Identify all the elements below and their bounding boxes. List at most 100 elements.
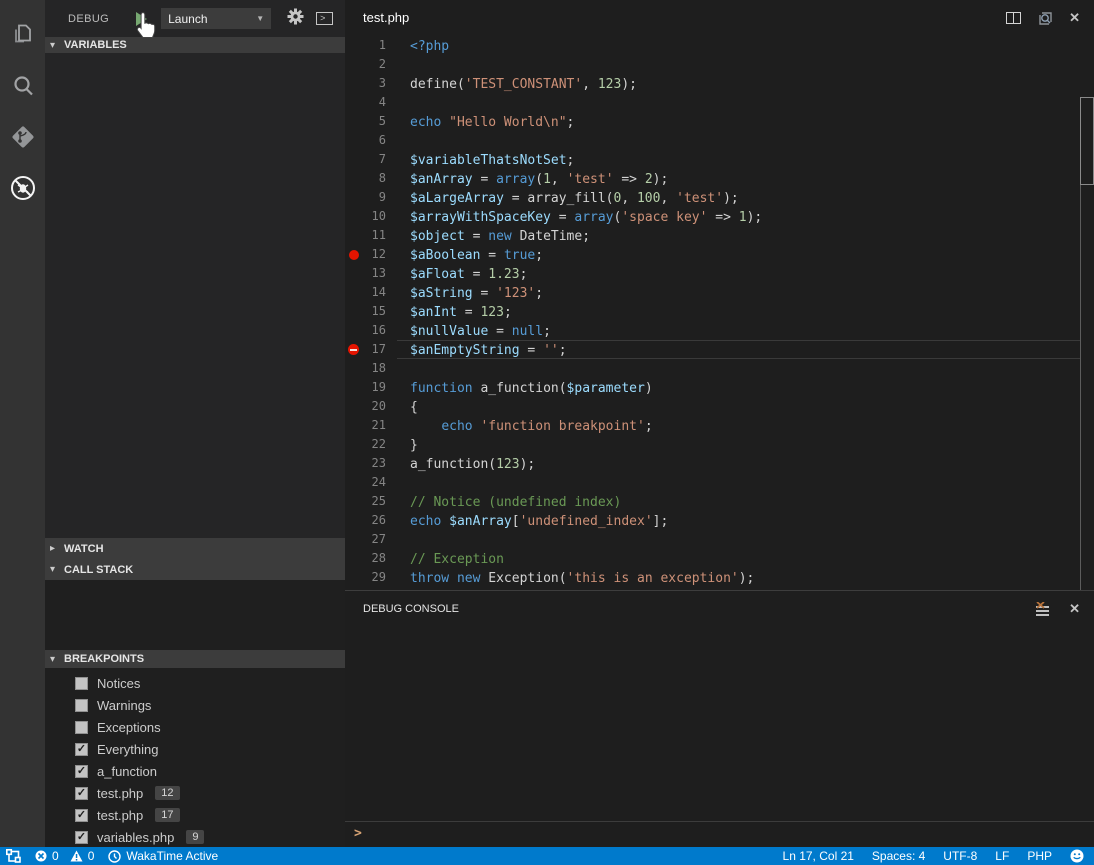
code-text[interactable]: $aString = '123'; <box>397 283 1080 302</box>
code-text[interactable]: // Notice (undefined index) <box>397 492 1080 511</box>
breakpoint-gutter[interactable] <box>345 435 362 454</box>
breakpoint-gutter[interactable] <box>345 112 362 131</box>
variables-section-header[interactable]: ▾ VARIABLES <box>45 37 345 53</box>
code-text[interactable]: // Exception <box>397 549 1080 568</box>
breakpoint-gutter[interactable] <box>345 302 362 321</box>
explorer-icon[interactable] <box>0 9 45 60</box>
status-encoding[interactable]: UTF-8 <box>943 849 977 863</box>
editor-tab-test-php[interactable]: test.php <box>363 10 409 25</box>
breakpoint-gutter[interactable] <box>345 492 362 511</box>
debug-icon[interactable] <box>0 162 45 213</box>
breakpoint-gutter[interactable] <box>345 131 362 150</box>
code-text[interactable]: echo $anArray['undefined_index']; <box>397 511 1080 530</box>
close-editor-icon[interactable]: ✕ <box>1069 10 1080 26</box>
breakpoints-section-header[interactable]: ▾ BREAKPOINTS <box>45 650 345 668</box>
breakpoint-gutter[interactable] <box>345 530 362 549</box>
checkbox-unchecked[interactable] <box>75 699 88 712</box>
breakpoint-gutter[interactable] <box>345 169 362 188</box>
breakpoint-row[interactable]: ✓a_function <box>45 760 345 782</box>
scrollbar-slider[interactable] <box>1080 97 1094 185</box>
code-text[interactable]: $anInt = 123; <box>397 302 1080 321</box>
checkbox-checked[interactable]: ✓ <box>75 787 88 800</box>
feedback-smiley-icon[interactable] <box>1070 849 1084 863</box>
code-text[interactable] <box>397 530 1080 549</box>
code-text[interactable]: $anArray = array(1, 'test' => 2); <box>397 169 1080 188</box>
code-text[interactable]: echo "Hello World\n"; <box>397 112 1080 131</box>
code-text[interactable]: $aFloat = 1.23; <box>397 264 1080 283</box>
code-text[interactable] <box>397 473 1080 492</box>
breakpoint-gutter[interactable] <box>345 549 362 568</box>
configure-gear-icon[interactable] <box>287 8 304 30</box>
code-text[interactable]: throw new Exception('this is an exceptio… <box>397 568 1080 587</box>
code-text[interactable]: define('TEST_CONSTANT', 123); <box>397 74 1080 93</box>
split-editor-icon[interactable] <box>1006 12 1021 24</box>
code-text[interactable]: } <box>397 435 1080 454</box>
code-text[interactable]: $nullValue = null; <box>397 321 1080 340</box>
breakpoint-gutter[interactable] <box>345 454 362 473</box>
breakpoint-gutter[interactable] <box>345 36 362 55</box>
wakatime-status[interactable]: WakaTime Active <box>108 849 218 863</box>
checkbox-checked[interactable]: ✓ <box>75 765 88 778</box>
clear-console-icon[interactable] <box>1035 602 1051 616</box>
breakpoint-row[interactable]: ✓Everything <box>45 738 345 760</box>
breakpoint-gutter[interactable] <box>345 226 362 245</box>
debug-console-input[interactable]: > <box>345 821 1094 845</box>
statusbar-extension-icon[interactable] <box>6 849 21 863</box>
breakpoint-gutter[interactable] <box>345 416 362 435</box>
breakpoint-gutter[interactable] <box>345 74 362 93</box>
breakpoint-gutter[interactable] <box>345 473 362 492</box>
status-cursor-position[interactable]: Ln 17, Col 21 <box>783 849 854 863</box>
code-text[interactable]: { <box>397 397 1080 416</box>
breakpoint-disabled-icon[interactable] <box>345 340 362 359</box>
breakpoint-row[interactable]: ✓variables.php9 <box>45 826 345 847</box>
code-text[interactable]: $anEmptyString = ''; <box>397 340 1080 359</box>
breakpoint-gutter[interactable] <box>345 397 362 416</box>
start-debug-button[interactable] <box>136 12 147 26</box>
breakpoint-row[interactable]: Notices <box>45 672 345 694</box>
breakpoint-row[interactable]: Exceptions <box>45 716 345 738</box>
breakpoint-gutter[interactable] <box>345 321 362 340</box>
breakpoint-gutter[interactable] <box>345 93 362 112</box>
checkbox-unchecked[interactable] <box>75 721 88 734</box>
code-text[interactable]: <?php <box>397 36 1080 55</box>
breakpoint-gutter[interactable] <box>345 568 362 587</box>
code-text[interactable]: $arrayWithSpaceKey = array('space key' =… <box>397 207 1080 226</box>
source-control-icon[interactable] <box>0 111 45 162</box>
status-language-mode[interactable]: PHP <box>1027 849 1052 863</box>
search-icon[interactable] <box>0 60 45 111</box>
code-text[interactable] <box>397 55 1080 74</box>
checkbox-unchecked[interactable] <box>75 677 88 690</box>
breakpoint-gutter[interactable] <box>345 207 362 226</box>
breakpoint-gutter[interactable] <box>345 359 362 378</box>
breakpoint-gutter[interactable] <box>345 511 362 530</box>
breakpoint-gutter[interactable] <box>345 283 362 302</box>
code-text[interactable]: $aLargeArray = array_fill(0, 100, 'test'… <box>397 188 1080 207</box>
code-text[interactable]: $object = new DateTime; <box>397 226 1080 245</box>
launch-config-dropdown[interactable]: Launch ▼ <box>161 8 271 29</box>
breakpoint-gutter[interactable] <box>345 188 362 207</box>
checkbox-checked[interactable]: ✓ <box>75 743 88 756</box>
code-text[interactable]: a_function(123); <box>397 454 1080 473</box>
breakpoint-gutter[interactable] <box>345 264 362 283</box>
open-debug-console-icon[interactable]: > <box>316 12 333 25</box>
status-eol[interactable]: LF <box>995 849 1009 863</box>
editor-scrollbar[interactable] <box>1080 97 1094 590</box>
code-text[interactable]: echo 'function breakpoint'; <box>397 416 1080 435</box>
breakpoint-gutter[interactable] <box>345 378 362 397</box>
open-preview-icon[interactable] <box>1037 10 1053 26</box>
breakpoint-row[interactable]: Warnings <box>45 694 345 716</box>
error-warning-indicator[interactable]: 0 0 <box>35 849 94 863</box>
code-text[interactable]: $variableThatsNotSet; <box>397 150 1080 169</box>
code-text[interactable] <box>397 359 1080 378</box>
status-indentation[interactable]: Spaces: 4 <box>872 849 925 863</box>
breakpoint-row[interactable]: ✓test.php12 <box>45 782 345 804</box>
code-text[interactable] <box>397 93 1080 112</box>
code-text[interactable] <box>397 131 1080 150</box>
code-text[interactable]: function a_function($parameter) <box>397 378 1080 397</box>
breakpoint-gutter[interactable] <box>345 150 362 169</box>
breakpoint-icon[interactable] <box>345 245 362 264</box>
call-stack-section-header[interactable]: ▾ CALL STACK <box>45 559 345 580</box>
watch-section-header[interactable]: ▸ WATCH <box>45 538 345 559</box>
code-text[interactable]: $aBoolean = true; <box>397 245 1080 264</box>
checkbox-checked[interactable]: ✓ <box>75 809 88 822</box>
